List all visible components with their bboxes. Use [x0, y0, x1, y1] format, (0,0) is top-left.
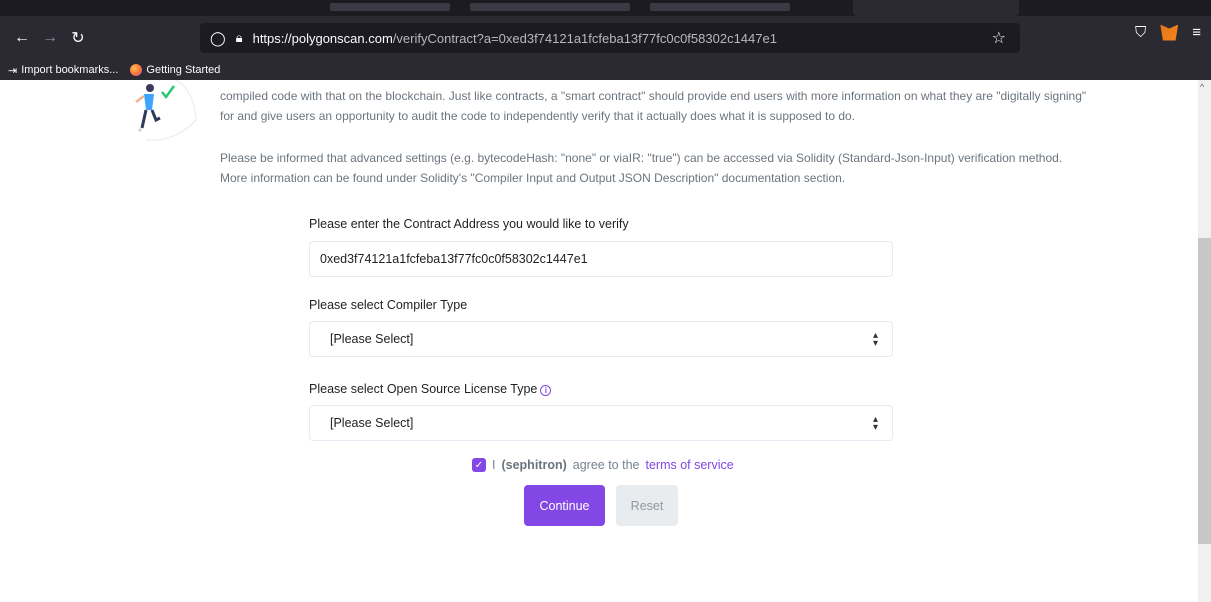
menu-icon[interactable]: ≡ — [1192, 24, 1201, 41]
bookmarks-toolbar: ⇥ Import bookmarks... Getting Started — [0, 60, 1211, 80]
select-caret-icon: ▴ ▾ — [872, 330, 878, 349]
license-type-label: Please select Open Source License Type i — [309, 382, 552, 396]
verify-person-illustration — [135, 80, 197, 141]
agree-prefix: I — [492, 458, 496, 472]
bookmark-label: Getting Started — [146, 64, 221, 76]
bookmark-getting-started[interactable]: Getting Started — [130, 64, 220, 76]
scrollbar-thumb[interactable] — [1198, 238, 1211, 544]
terms-of-service-link[interactable]: terms of service — [645, 458, 733, 472]
compiler-type-value: [Please Select] — [330, 332, 414, 346]
address-label: Please enter the Contract Address you wo… — [309, 217, 629, 231]
license-label-text: Please select Open Source License Type — [309, 382, 538, 396]
url-path: /verifyContract?a=0xed3f74121a1fcfeba13f… — [392, 30, 777, 46]
active-tab[interactable] — [853, 0, 1019, 16]
license-type-select[interactable]: [Please Select] ▴ ▾ — [309, 405, 893, 441]
pocket-icon[interactable]: ⛉ — [1135, 24, 1146, 41]
url-bar[interactable]: ◯ 🔒︎ https://polygonscan.com/verifyContr… — [200, 23, 1020, 53]
agree-checkbox[interactable]: ✓ — [472, 458, 486, 472]
continue-button[interactable]: Continue — [524, 485, 605, 526]
compiler-type-select[interactable]: [Please Select] ▴ ▾ — [309, 321, 893, 357]
bookmark-label: Import bookmarks... — [21, 64, 119, 76]
scroll-up-icon[interactable]: ^ — [1200, 82, 1204, 92]
username: (sephitron) — [501, 458, 567, 472]
bookmark-star-icon[interactable]: ☆ — [992, 28, 1006, 48]
url-domain: https://polygonscan.com — [252, 30, 393, 46]
tab-strip — [0, 0, 1211, 16]
forward-arrow-icon[interactable]: → — [36, 24, 64, 52]
tab-background[interactable] — [650, 3, 790, 11]
info-icon[interactable]: i — [540, 385, 552, 396]
bookmark-import[interactable]: ⇥ Import bookmarks... — [8, 64, 118, 77]
tab-background[interactable] — [330, 3, 450, 11]
terms-agreement: ✓ I (sephitron) agree to the terms of se… — [472, 458, 734, 472]
contract-address-input[interactable]: 0xed3f74121a1fcfeba13f77fc0c0f58302c1447… — [309, 241, 893, 277]
tab-background[interactable] — [470, 3, 630, 11]
compiler-type-label: Please select Compiler Type — [309, 298, 468, 312]
import-icon: ⇥ — [8, 64, 18, 77]
agree-middle: agree to the — [572, 458, 640, 472]
license-type-value: [Please Select] — [330, 416, 414, 430]
navigation-bar: ← → ↻ ◯ 🔒︎ https://polygonscan.com/verif… — [0, 16, 1211, 60]
reload-icon[interactable]: ↻ — [64, 24, 92, 52]
advanced-settings-paragraph: Please be informed that advanced setting… — [220, 151, 1063, 185]
select-caret-icon: ▴ ▾ — [872, 414, 878, 433]
page-content: compiled code with that on the blockchai… — [0, 80, 1211, 602]
intro-paragraph: compiled code with that on the blockchai… — [220, 89, 1087, 123]
reset-button[interactable]: Reset — [616, 485, 678, 526]
firefox-icon — [130, 64, 143, 76]
address-value: 0xed3f74121a1fcfeba13f77fc0c0f58302c1447… — [320, 252, 588, 266]
back-arrow-icon[interactable]: ← — [8, 24, 36, 52]
vertical-scrollbar[interactable]: ^ — [1198, 80, 1211, 602]
metamask-fox-icon[interactable] — [1160, 24, 1179, 41]
lock-icon[interactable]: 🔒︎ — [236, 30, 243, 46]
shield-icon[interactable]: ◯ — [210, 30, 226, 47]
